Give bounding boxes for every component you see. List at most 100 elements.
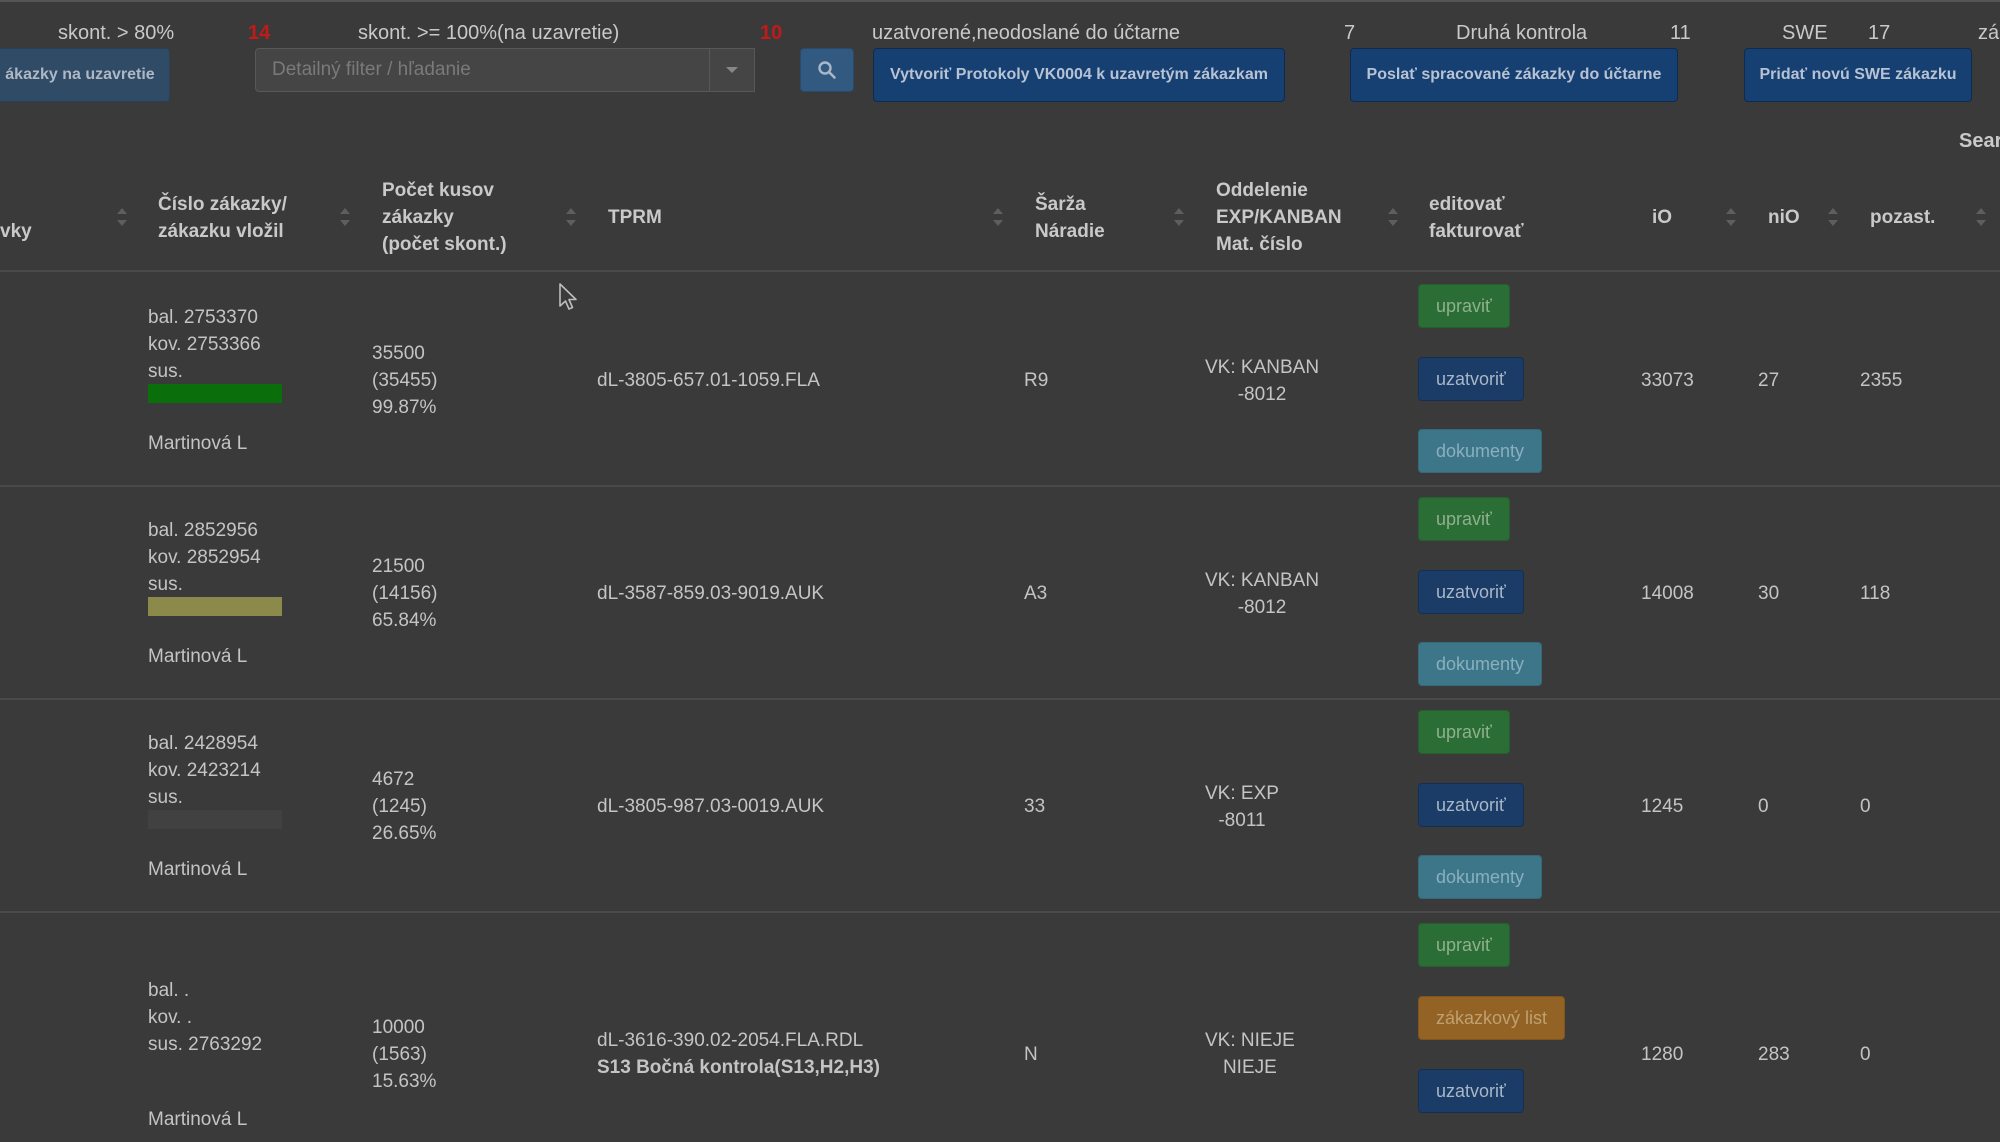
nio-value: 30 <box>1758 583 1780 604</box>
table-row: bal. 2428954 kov. 2423214 sus. Martinová… <box>0 700 2000 911</box>
edit-button[interactable]: upraviť <box>1418 284 1510 328</box>
sus-number: sus. <box>148 787 183 808</box>
kov-number: kov. . <box>148 1007 192 1028</box>
sort-icon[interactable] <box>340 208 350 226</box>
kov-number: kov. 2852954 <box>148 547 261 568</box>
quantity: 35500 <box>372 343 425 364</box>
dept-line2: -8012 <box>1237 384 1287 405</box>
checked-count: (35455) <box>372 370 438 391</box>
tprm-value: dL-3805-657.01-1059.FLA <box>597 370 820 391</box>
header-tprm[interactable]: TPRM <box>608 204 662 231</box>
entered-by: Martinová L <box>148 859 248 880</box>
header-dept[interactable]: Oddelenie EXP/KANBAN Mat. číslo <box>1216 177 1342 258</box>
documents-button[interactable]: dokumenty <box>1418 429 1543 473</box>
header-io[interactable]: iO <box>1652 204 1672 231</box>
close-order-button[interactable]: uzatvoriť <box>1418 783 1524 827</box>
io-value: 1280 <box>1641 1044 1684 1065</box>
filter-input[interactable] <box>256 49 709 91</box>
pozast-value: 0 <box>1860 1044 1871 1065</box>
stat-skont80-count[interactable]: 14 <box>248 22 270 45</box>
pozast-value: 2355 <box>1860 370 1903 391</box>
table-search-label: Sear <box>1959 130 2000 152</box>
header-edit[interactable]: editovať fakturovať <box>1429 191 1524 245</box>
add-swe-order-button[interactable]: Pridať novú SWE zákazku <box>1744 48 1972 102</box>
documents-button[interactable]: dokumenty <box>1418 855 1543 899</box>
order-info: bal. 2428954 kov. 2423214 sus. <box>148 730 261 811</box>
order-info: bal. 2753370 kov. 2753366 sus. <box>148 304 261 385</box>
send-to-accounting-button[interactable]: Poslať spracované zákazky do účtarne <box>1350 48 1678 102</box>
dept-line1: VK: NIEJE <box>1205 1030 1295 1051</box>
documents-button[interactable]: dokumenty <box>1418 642 1543 686</box>
stat-second-check-count[interactable]: 11 <box>1670 22 1691 45</box>
checked-percent: 26.65% <box>372 823 437 844</box>
create-protocols-button[interactable]: Vytvoriť Protokoly VK0004 k uzavretým zá… <box>873 48 1285 102</box>
sort-icon[interactable] <box>117 208 127 226</box>
checked-percent: 15.63% <box>372 1071 437 1092</box>
close-order-button[interactable]: uzatvoriť <box>1418 357 1524 401</box>
mouse-cursor-icon <box>559 283 577 310</box>
nio-value: 0 <box>1758 796 1769 817</box>
stat-skont100-count[interactable]: 10 <box>760 22 782 45</box>
pozast-value: 118 <box>1860 583 1891 604</box>
header-count-line1: Počet kusov <box>382 180 494 201</box>
tprm-info: dL-3616-390.02-2054.FLA.RDL S13 Bočná ko… <box>597 1027 880 1081</box>
bal-number: bal. 2852956 <box>148 520 258 541</box>
header-edit-line2: fakturovať <box>1429 221 1524 242</box>
dept-value: VK: KANBAN -8012 <box>1205 567 1319 621</box>
orders-to-close-label: ákazky na uzavretie <box>5 66 155 83</box>
header-order[interactable]: Číslo zákazky/ zákazku vložil <box>158 191 287 245</box>
send-to-accounting-label: Poslať spracované zákazky do účtarne <box>1366 66 1662 83</box>
edit-button[interactable]: upraviť <box>1418 497 1510 541</box>
header-count-line3: (počet skont.) <box>382 234 507 255</box>
edit-button[interactable]: upraviť <box>1418 710 1510 754</box>
sort-icon[interactable] <box>1174 208 1184 226</box>
nio-value: 27 <box>1758 370 1780 391</box>
header-col0[interactable]: vky <box>0 218 32 245</box>
stat-swe-label: SWE <box>1782 22 1828 44</box>
order-info: bal. 2852956 kov. 2852954 sus. <box>148 517 261 598</box>
dept-line1: VK: KANBAN <box>1205 357 1320 378</box>
order-info: bal. . kov. . sus. 2763292 <box>148 977 262 1058</box>
kov-number: kov. 2753366 <box>148 334 261 355</box>
dept-value: VK: KANBAN -8012 <box>1205 354 1319 408</box>
sort-icon[interactable] <box>566 208 576 226</box>
sort-icon[interactable] <box>1388 208 1398 226</box>
header-pozast-label: pozast. <box>1870 207 1936 228</box>
detail-filter[interactable] <box>255 48 755 92</box>
header-count[interactable]: Počet kusov zákazky (počet skont.) <box>382 177 507 258</box>
orders-to-close-button[interactable]: ákazky na uzavretie <box>0 48 170 102</box>
sort-icon[interactable] <box>1726 208 1736 226</box>
search-button[interactable] <box>800 48 854 92</box>
header-nio[interactable]: niO <box>1768 204 1800 231</box>
edit-button[interactable]: upraviť <box>1418 923 1510 967</box>
order-sheet-button[interactable]: zákazkový list <box>1418 996 1566 1040</box>
sus-number: sus. <box>148 574 183 595</box>
close-order-button[interactable]: uzatvoriť <box>1418 570 1524 614</box>
header-pozast[interactable]: pozast. <box>1870 204 1935 231</box>
quantity-info: 4672 (1245) 26.65% <box>372 766 436 847</box>
batch-value: 33 <box>1024 796 1046 817</box>
stat-closed-count[interactable]: 7 <box>1344 22 1355 45</box>
entered-by: Martinová L <box>148 646 248 667</box>
table-row: bal. 2753370 kov. 2753366 sus. Martinová… <box>0 272 2000 485</box>
stat-second-check-label: Druhá kontrola <box>1456 22 1588 44</box>
header-batch-line2: Náradie <box>1035 221 1105 242</box>
header-batch[interactable]: Šarža Náradie <box>1035 191 1105 245</box>
stat-swe-count[interactable]: 17 <box>1868 22 1890 45</box>
pozast-value: 0 <box>1860 796 1871 817</box>
sort-icon[interactable] <box>1828 208 1838 226</box>
top-border <box>0 0 2000 2</box>
quantity: 21500 <box>372 556 425 577</box>
close-order-button[interactable]: uzatvoriť <box>1418 1069 1524 1113</box>
header-io-label: iO <box>1652 207 1673 228</box>
dept-line2: -8011 <box>1218 810 1266 831</box>
sort-icon[interactable] <box>1976 208 1986 226</box>
dept-line2: -8012 <box>1237 597 1287 618</box>
batch-value: A3 <box>1024 583 1048 604</box>
io-value: 14008 <box>1641 583 1694 604</box>
progress-bar <box>148 384 282 403</box>
sort-icon[interactable] <box>993 208 1003 226</box>
header-edit-line1: editovať <box>1429 194 1505 215</box>
header-dept-line1: Oddelenie <box>1216 180 1308 201</box>
filter-dropdown[interactable] <box>709 49 754 91</box>
